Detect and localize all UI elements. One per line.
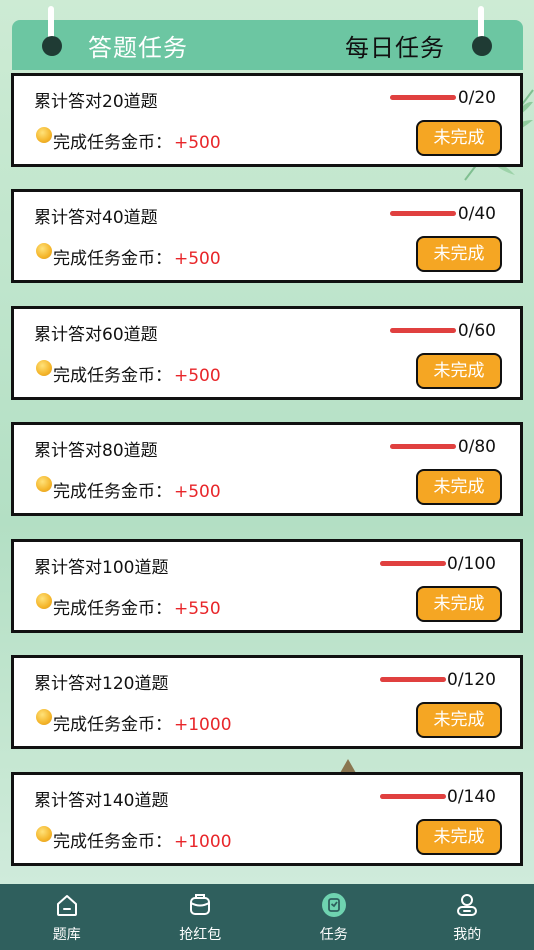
reward-label-text: 完成任务金币： [53,133,172,153]
coin-icon [36,360,52,376]
bottom-nav: 题库 抢红包 任务 我的 [0,884,534,950]
reward-label: 完成任务金币： +1000 [53,710,232,735]
task-name: 累计答对20道题 [34,92,158,112]
task-card: 累计答对40道题 0/40 完成任务金币： +500 未完成 [11,189,523,283]
reward-label-text: 完成任务金币： [53,832,172,852]
task-card: 累计答对100道题 0/100 完成任务金币： +550 未完成 [11,539,523,633]
reward-value: +500 [174,482,221,502]
status-button[interactable]: 未完成 [416,120,502,156]
nav-label: 我的 [453,927,482,943]
task-name: 累计答对120道题 [34,674,169,694]
progress-bar [380,677,446,682]
nav-label: 题库 [52,927,81,943]
progress-bar [380,794,446,799]
status-button[interactable]: 未完成 [416,236,502,272]
reward-label: 完成任务金币： +500 [53,244,221,269]
coin-icon [36,476,52,492]
task-name: 累计答对60道题 [34,325,158,345]
progress-text: 0/40 [457,204,496,224]
coin-icon [36,709,52,725]
reward-label-text: 完成任务金币： [53,599,172,619]
progress-bar [380,561,446,566]
coin-icon [36,243,52,259]
coin-icon [36,127,52,143]
reward-value: +1000 [174,832,232,852]
progress-bar [390,211,456,216]
home-icon [56,895,77,916]
reward-label-text: 完成任务金币： [53,249,172,269]
progress-text: 0/60 [457,321,496,341]
task-card: 累计答对20道题 0/20 完成任务金币： +500 未完成 [11,73,523,167]
status-button[interactable]: 未完成 [416,586,502,622]
nav-item-mine[interactable]: 我的 [401,884,534,950]
status-button[interactable]: 未完成 [416,353,502,389]
tab-daily-tasks[interactable]: 每日任务 [345,28,445,63]
header-pin-left [48,6,54,40]
reward-label: 完成任务金币： +500 [53,128,221,153]
tab-answer-tasks[interactable]: 答题任务 [88,28,188,63]
task-name: 累计答对80道题 [34,441,158,461]
task-card: 累计答对80道题 0/80 完成任务金币： +500 未完成 [11,422,523,516]
reward-value: +500 [174,133,221,153]
reward-value: +1000 [174,715,232,735]
task-icon [321,893,346,917]
nav-item-tasks[interactable]: 任务 [267,884,401,950]
coin-icon [36,826,52,842]
reward-label-text: 完成任务金币： [53,715,172,735]
user-icon [457,894,478,916]
progress-text: 0/120 [447,670,496,690]
progress-text: 0/80 [457,437,496,457]
reward-value: +500 [174,366,221,386]
progress-text: 0/20 [457,88,496,108]
header-pin-right [478,6,484,40]
reward-value: +500 [174,249,221,269]
header-dot-right [472,36,492,56]
nav-item-question-bank[interactable]: 题库 [0,884,134,950]
task-card: 累计答对120道题 0/120 完成任务金币： +1000 未完成 [11,655,523,749]
task-name: 累计答对40道题 [34,208,158,228]
coin-icon [36,593,52,609]
progress-bar [390,328,456,333]
reward-value: +550 [174,599,221,619]
status-button[interactable]: 未完成 [416,469,502,505]
nav-item-red-packet[interactable]: 抢红包 [134,884,268,950]
task-header: 答题任务 每日任务 [12,6,523,70]
task-name: 累计答对100道题 [34,558,169,578]
reward-label: 完成任务金币： +550 [53,594,221,619]
reward-label-text: 完成任务金币： [53,482,172,502]
task-card: 累计答对140道题 0/140 完成任务金币： +1000 未完成 [11,772,523,866]
status-button[interactable]: 未完成 [416,702,502,738]
task-name: 累计答对140道题 [34,791,169,811]
progress-bar [390,95,456,100]
red-packet-icon [190,894,211,915]
reward-label: 完成任务金币： +1000 [53,827,232,852]
reward-label: 完成任务金币： +500 [53,477,221,502]
reward-label-text: 完成任务金币： [53,366,172,386]
task-card: 累计答对60道题 0/60 完成任务金币： +500 未完成 [11,306,523,400]
progress-bar [390,444,456,449]
nav-label: 任务 [319,927,348,943]
nav-label: 抢红包 [179,927,222,943]
header-dot-left [42,36,62,56]
status-button[interactable]: 未完成 [416,819,502,855]
progress-text: 0/140 [447,787,496,807]
reward-label: 完成任务金币： +500 [53,361,221,386]
progress-text: 0/100 [447,554,496,574]
